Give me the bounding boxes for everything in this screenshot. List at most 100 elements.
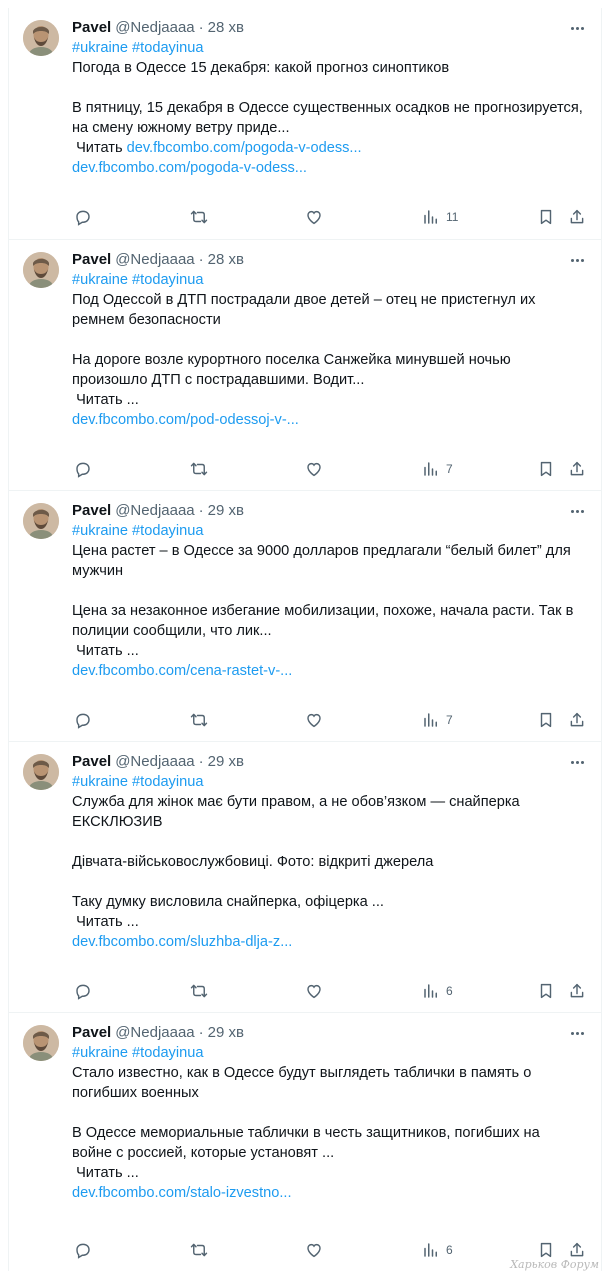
tweet-body: Pavel @Nedjaaaa · 29 хв #ukraine #todayinua С… [72,1023,587,1203]
avatar[interactable] [23,1025,59,1061]
tweet-body: Pavel @Nedjaaaa · 28 хв #ukraine #todayinua П… [72,250,587,430]
more-options-icon[interactable] [567,501,587,521]
author-name[interactable]: Pavel [72,752,111,772]
text-line [72,330,587,350]
avatar[interactable] [23,503,59,539]
tweet[interactable]: Pavel @Nedjaaaa · 29 хв #ukraine #todayinua Ц… [8,490,602,741]
retweet-button[interactable] [190,207,208,227]
tweet-time[interactable]: 29 хв [208,501,244,521]
author-handle[interactable]: @Nedjaaaa [115,250,194,270]
like-button[interactable] [305,981,323,1001]
tweet-body: Pavel @Nedjaaaa · 28 хв #ukraine #todayinua П… [72,18,587,178]
article-link[interactable]: dev.fbcombo.com/sluzhba-dlja-z... [72,932,587,952]
article-link[interactable]: dev.fbcombo.com/stalo-izvestno... [72,1183,587,1203]
hashtags[interactable]: #ukraine #todayinua [72,38,587,58]
author-handle[interactable]: @Nedjaaaa [115,1023,194,1043]
author-name[interactable]: Pavel [72,18,111,38]
more-options-icon[interactable] [567,250,587,270]
author-handle[interactable]: @Nedjaaaa [115,18,194,38]
tweet-time[interactable]: 28 хв [208,250,244,270]
tweet[interactable]: Pavel @Nedjaaaa · 29 хв #ukraine #todayinua С… [8,741,602,1012]
views-icon [422,1241,440,1259]
like-button[interactable] [305,459,323,479]
hashtags[interactable]: #ukraine #todayinua [72,772,587,792]
views-icon [422,711,440,729]
read-more: Читать ... [72,1163,587,1183]
share-button[interactable] [568,710,586,730]
bookmark-button[interactable] [537,207,555,227]
reply-button[interactable] [74,459,92,479]
author-name[interactable]: Pavel [72,501,111,521]
text-line [72,78,587,98]
tweet-time[interactable]: 29 хв [208,752,244,772]
author-handle[interactable]: @Nedjaaaa [115,501,194,521]
tweet[interactable]: Pavel @Nedjaaaa · 28 хв #ukraine #todayinua П… [8,239,602,490]
text-line: на смену южному ветру приде... [72,120,290,136]
tweet-time[interactable]: 28 хв [208,18,244,38]
reply-icon [74,1241,92,1259]
tweet[interactable]: Pavel @Nedjaaaa · 29 хв #ukraine #todayinua С… [8,1012,602,1271]
author-name[interactable]: Pavel [72,250,111,270]
share-icon [568,208,586,226]
views-button[interactable]: 11 [422,207,458,227]
article-link[interactable]: dev.fbcombo.com/cena-rastet-v-... [72,661,587,681]
bookmark-button[interactable] [537,459,555,479]
retweet-button[interactable] [190,1240,208,1260]
reply-button[interactable] [74,981,92,1001]
like-icon [305,1241,323,1259]
avatar[interactable] [23,20,59,56]
share-button[interactable] [568,981,586,1001]
reply-button[interactable] [74,1240,92,1260]
bookmark-button[interactable] [537,1240,555,1260]
text-line: Таку думку висловила снайперка, офіцерка… [72,894,384,910]
views-icon [422,460,440,478]
share-button[interactable] [568,459,586,479]
action-bar: 6 [72,1240,592,1260]
more-options-icon[interactable] [567,1023,587,1043]
more-options-icon[interactable] [567,18,587,38]
bookmark-icon [537,1241,555,1259]
retweet-button[interactable] [190,981,208,1001]
retweet-button[interactable] [190,710,208,730]
like-button[interactable] [305,710,323,730]
text-line: произошло ДТП с пострадавшими. Водит... [72,372,365,388]
read-link[interactable]: dev.fbcombo.com/pogoda-v-odess... [127,140,362,156]
bookmark-icon [537,982,555,1000]
avatar[interactable] [23,754,59,790]
reply-button[interactable] [74,207,92,227]
text-line [72,1103,587,1123]
more-options-icon[interactable] [567,752,587,772]
tweet-text: #ukraine #todayinua Служба для жінок має … [72,772,587,952]
tweet-time[interactable]: 29 хв [208,1023,244,1043]
like-button[interactable] [305,207,323,227]
reply-button[interactable] [74,710,92,730]
views-button[interactable]: 6 [422,981,453,1001]
hashtags[interactable]: #ukraine #todayinua [72,270,587,290]
hashtags[interactable]: #ukraine #todayinua [72,521,587,541]
text-line: погибших военных [72,1085,199,1101]
views-button[interactable]: 6 [422,1240,453,1260]
separator-dot: · [198,19,204,36]
separator-dot: · [198,251,204,268]
like-button[interactable] [305,1240,323,1260]
author-name[interactable]: Pavel [72,1023,111,1043]
share-button[interactable] [568,207,586,227]
hashtags[interactable]: #ukraine #todayinua [72,1043,587,1063]
views-button[interactable]: 7 [422,459,453,479]
share-icon [568,460,586,478]
bookmark-button[interactable] [537,981,555,1001]
author-handle[interactable]: @Nedjaaaa [115,752,194,772]
read-prefix: Читать ... [76,1165,139,1181]
article-link[interactable]: dev.fbcombo.com/pogoda-v-odess... [72,158,587,178]
share-button[interactable] [568,1240,586,1260]
like-icon [305,711,323,729]
tweet[interactable]: Pavel @Nedjaaaa · 28 хв #ukraine #todayinua П… [8,8,602,239]
tweet-header: Pavel @Nedjaaaa · 28 хв [72,18,587,38]
views-button[interactable]: 7 [422,710,453,730]
avatar[interactable] [23,252,59,288]
article-link[interactable]: dev.fbcombo.com/pod-odessoj-v-... [72,410,587,430]
text-line: Погода в Одессе 15 декабря: какой прогно… [72,60,450,76]
retweet-button[interactable] [190,459,208,479]
action-bar: 7 [72,459,592,479]
bookmark-button[interactable] [537,710,555,730]
